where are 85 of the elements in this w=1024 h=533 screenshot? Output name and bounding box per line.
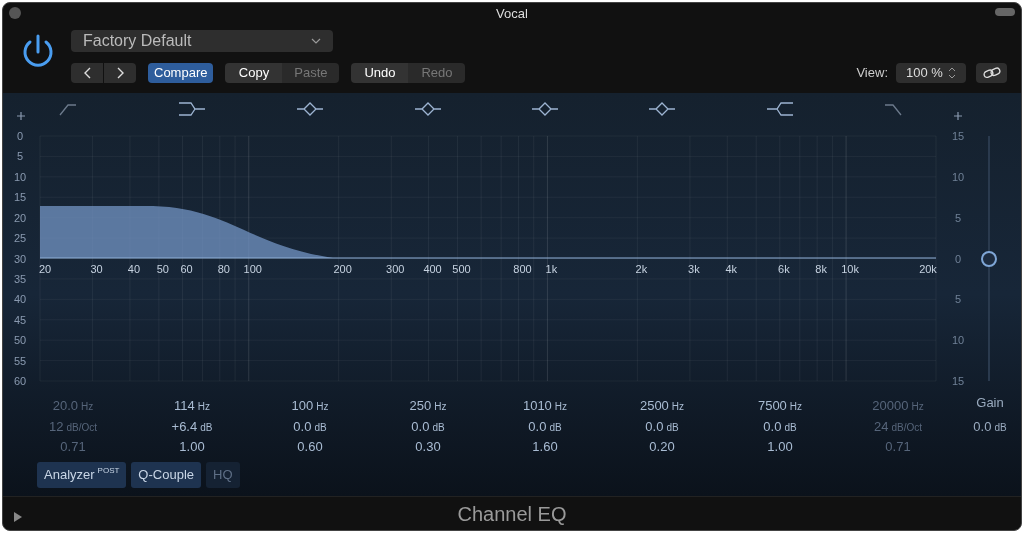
gain-value[interactable]: 0.0 dB: [763, 419, 797, 433]
gain-value[interactable]: 0.0 dB: [293, 419, 327, 433]
frequency-value[interactable]: 100 Hz: [291, 398, 329, 412]
previous-button[interactable]: [71, 63, 103, 83]
plus-icon[interactable]: [17, 112, 25, 120]
plus-icon[interactable]: [954, 112, 962, 120]
stepper-arrows-icon: [948, 66, 956, 80]
frequency-label: 80: [217, 263, 230, 275]
gain-value[interactable]: 0.0 dB: [645, 419, 679, 433]
frequency-label: 20: [38, 263, 52, 275]
frequency-label: 2k: [635, 263, 648, 275]
frequency-label: 50: [156, 263, 169, 275]
db-scale-label: 5: [16, 150, 24, 162]
db-scale-label: 45: [13, 314, 27, 326]
shelf-filter-icon[interactable]: [765, 99, 795, 119]
frequency-label: 500: [452, 263, 471, 275]
frequency-label: 8k: [815, 263, 827, 275]
toolbar-pill-icon[interactable]: [995, 8, 1015, 16]
frequency-label: 300: [386, 263, 405, 275]
db-scale-label: 60: [13, 375, 27, 387]
gain-scale-label: 5: [954, 293, 962, 305]
gain-value[interactable]: +6.4 dB: [171, 419, 213, 433]
gain-value: 0.0 dB: [972, 418, 1008, 436]
frequency-value[interactable]: 7500 Hz: [757, 398, 803, 412]
shelf-filter-icon[interactable]: [177, 99, 207, 119]
frequency-label: 40: [127, 263, 141, 275]
link-button[interactable]: [976, 63, 1007, 83]
gain-label: Gain: [975, 394, 1005, 412]
db-scale-label: 0: [16, 130, 24, 142]
copy-button[interactable]: Copy: [225, 63, 283, 83]
gain-value[interactable]: 0.0 dB: [411, 419, 445, 433]
frequency-label: 100: [243, 263, 262, 275]
frequency-label: 4k: [725, 263, 738, 275]
q-value[interactable]: 0.30: [415, 439, 441, 453]
gain-scale-label: 15: [951, 375, 965, 387]
q-value[interactable]: 1.00: [179, 439, 205, 453]
gain-scale-label: 10: [951, 171, 965, 183]
frequency-label: 10k: [841, 263, 859, 275]
gain-scale-label: 10: [951, 334, 965, 346]
chevron-right-icon: [116, 67, 124, 79]
chevron-left-icon: [83, 67, 91, 79]
db-scale-label: 40: [13, 293, 27, 305]
frequency-label: 800: [513, 263, 532, 275]
frequency-value[interactable]: 2500 Hz: [639, 398, 685, 412]
q-value[interactable]: 0.60: [297, 439, 323, 453]
db-scale-label: 30: [13, 253, 27, 264]
db-scale-label: 10: [13, 171, 27, 183]
db-scale-label: 20: [13, 212, 27, 224]
gain-slider-thumb[interactable]: [981, 250, 997, 267]
frequency-label: 6k: [778, 263, 790, 275]
view-zoom-stepper[interactable]: 100 %: [896, 63, 966, 83]
toggle-button[interactable]: Analyzer $^{POST}$: [37, 462, 127, 488]
q-value[interactable]: 1.60: [532, 439, 558, 453]
gain-scale-label: 0: [954, 253, 962, 264]
frequency-value[interactable]: 250 Hz: [409, 398, 447, 412]
db-scale-label: 55: [13, 355, 27, 367]
window-title: Vocal: [496, 5, 528, 23]
q-value[interactable]: 0.20: [649, 439, 675, 453]
frequency-label: 30: [90, 263, 103, 275]
gain-scale-label: 15: [951, 130, 965, 142]
plugin-name: Channel EQ: [457, 502, 567, 527]
link-icon: [982, 67, 1001, 79]
gain-scale-label: 5: [954, 212, 962, 224]
compare-button[interactable]: Compare: [148, 63, 214, 83]
view-label: View:: [856, 64, 888, 83]
db-scale-label: 35: [13, 273, 27, 285]
disclosure-triangle-icon[interactable]: [14, 512, 22, 522]
next-button[interactable]: [104, 63, 136, 83]
frequency-label: 3k: [688, 263, 700, 275]
db-scale-label: 25: [13, 232, 27, 244]
frequency-label: 1k: [545, 263, 558, 275]
toggle-button[interactable]: Q-Couple: [131, 462, 201, 488]
db-scale-label: 15: [13, 191, 27, 203]
frequency-value[interactable]: 1010 Hz: [522, 398, 568, 412]
db-scale-label: 50: [13, 334, 27, 346]
chevron-down-icon: [311, 38, 321, 44]
frequency-label: 200: [333, 263, 352, 275]
frequency-label: 400: [423, 263, 442, 275]
q-value[interactable]: 1.00: [767, 439, 793, 453]
frequency-label: 60: [180, 263, 193, 275]
frequency-value[interactable]: 114 Hz: [174, 398, 210, 412]
preset-dropdown[interactable]: Factory Default: [71, 30, 333, 52]
frequency-label: 20k: [919, 263, 937, 275]
undo-button[interactable]: Undo: [351, 63, 409, 83]
gain-value[interactable]: 0.0 dB: [528, 419, 562, 433]
